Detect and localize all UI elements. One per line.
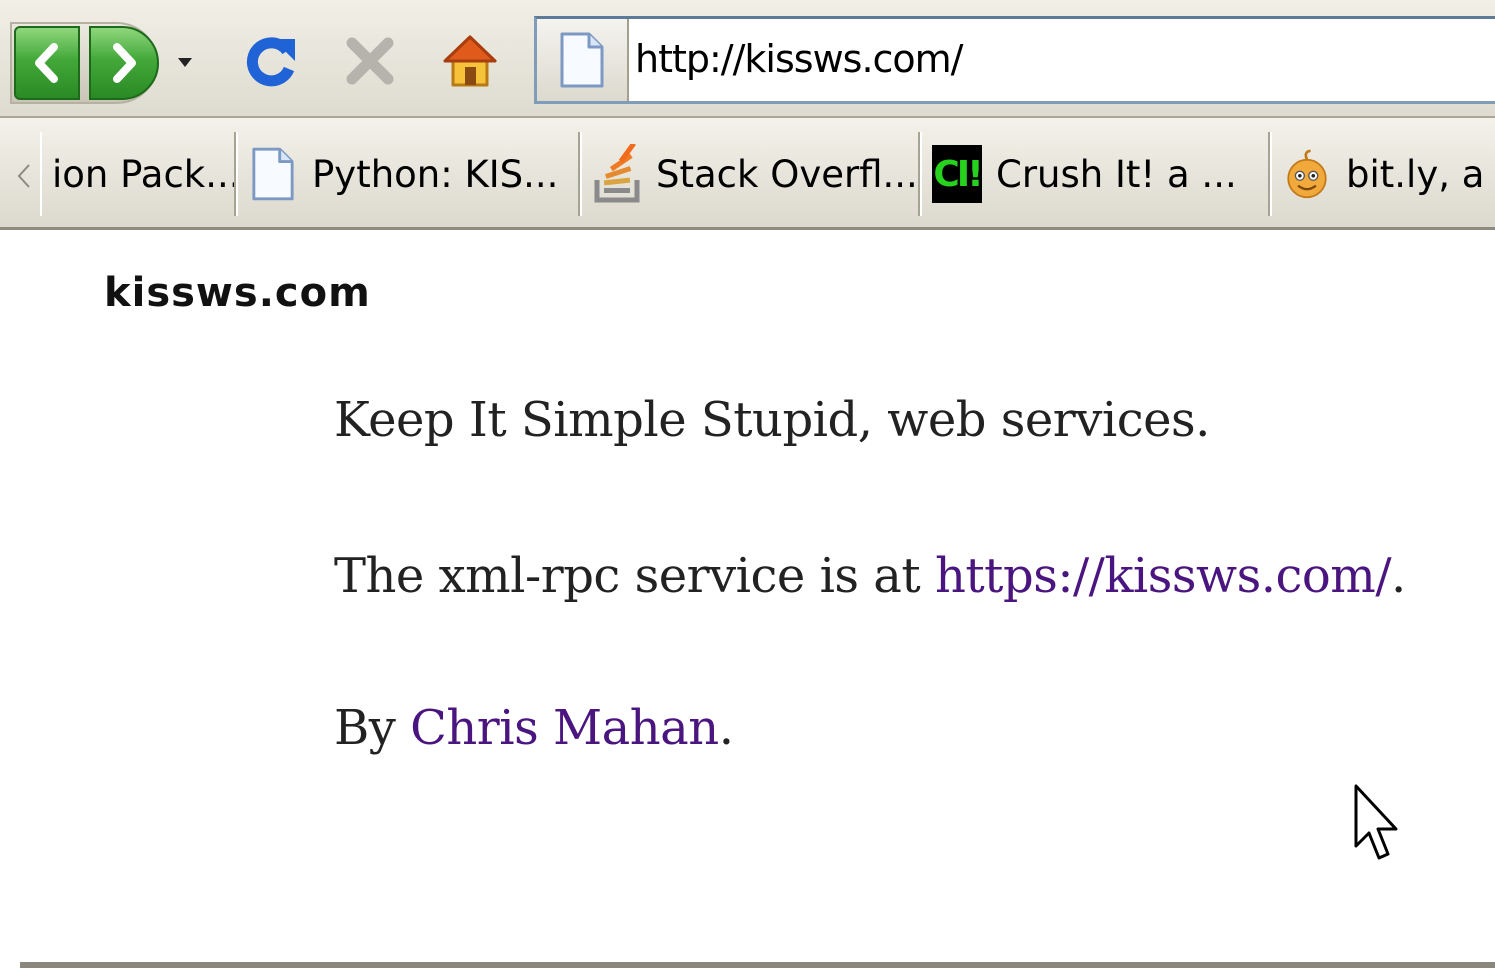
navigation-toolbar: http://kissws.com/ <box>0 0 1495 118</box>
reload-icon <box>246 37 295 87</box>
crush-it-icon: CI! <box>932 145 984 203</box>
ci-badge: CI! <box>932 145 984 203</box>
bookmark-label: Crush It! a ... <box>996 152 1237 196</box>
chevron-right-icon <box>113 43 136 83</box>
back-button[interactable] <box>14 26 80 100</box>
stop-button[interactable] <box>340 30 400 92</box>
url-bar[interactable]: http://kissws.com/ <box>534 16 1495 104</box>
service-prefix: The xml-rpc service is at <box>334 548 935 604</box>
page-icon <box>560 32 604 88</box>
bookmark-label: bit.ly, a <box>1346 152 1485 196</box>
chevron-left-icon <box>17 164 30 188</box>
bookmark-item[interactable]: ion Pack... <box>40 132 236 216</box>
site-title: kissws.com <box>104 270 371 316</box>
history-dropdown-button[interactable] <box>174 53 196 73</box>
service-link[interactable]: https://kissws.com/ <box>935 548 1392 604</box>
author-suffix: . <box>718 700 734 756</box>
author-prefix: By <box>334 700 411 756</box>
bookmark-label: ion Pack... <box>52 152 236 196</box>
bookmark-item[interactable]: Python: KIS... <box>236 132 580 216</box>
page-content: kissws.com Keep It Simple Stupid, web se… <box>10 232 1495 962</box>
status-divider <box>20 962 1495 968</box>
bookmark-label: Stack Overfl... <box>656 152 918 196</box>
home-button[interactable] <box>440 30 500 92</box>
chevron-left-icon <box>35 43 58 83</box>
bookmark-item[interactable]: bit.ly, a <box>1270 132 1495 216</box>
bookmark-item[interactable]: Stack Overfl... <box>580 132 920 216</box>
url-text[interactable]: http://kissws.com/ <box>635 37 963 81</box>
service-suffix: . <box>1390 548 1406 604</box>
tagline: Keep It Simple Stupid, web services. <box>334 392 1210 448</box>
tagline-text: Keep It Simple Stupid, web services. <box>334 392 1210 448</box>
stackoverflow-icon <box>592 144 642 203</box>
page-icon <box>248 145 298 203</box>
author-paragraph: By Chris Mahan. <box>334 700 734 756</box>
site-identity-button[interactable] <box>537 19 629 101</box>
mouse-cursor-icon <box>1354 784 1398 860</box>
bookmark-item[interactable]: CI! Crush It! a ... <box>920 132 1270 216</box>
bitly-icon <box>1282 145 1332 203</box>
reload-button[interactable] <box>240 30 300 92</box>
service-paragraph: The xml-rpc service is at https://kissws… <box>334 548 1406 604</box>
bookmarks-toolbar: ion Pack... Python: KIS... Stack Overfl.… <box>0 118 1495 230</box>
bookmark-label: Python: KIS... <box>312 152 559 196</box>
browser-window: http://kissws.com/ ion Pack... Python: K… <box>0 0 1495 968</box>
stop-icon <box>346 37 394 85</box>
dropdown-arrow-icon <box>178 58 192 67</box>
author-link[interactable]: Chris Mahan <box>410 700 719 756</box>
bookmarks-scroll-left-button[interactable] <box>12 158 36 194</box>
home-icon <box>443 35 497 87</box>
